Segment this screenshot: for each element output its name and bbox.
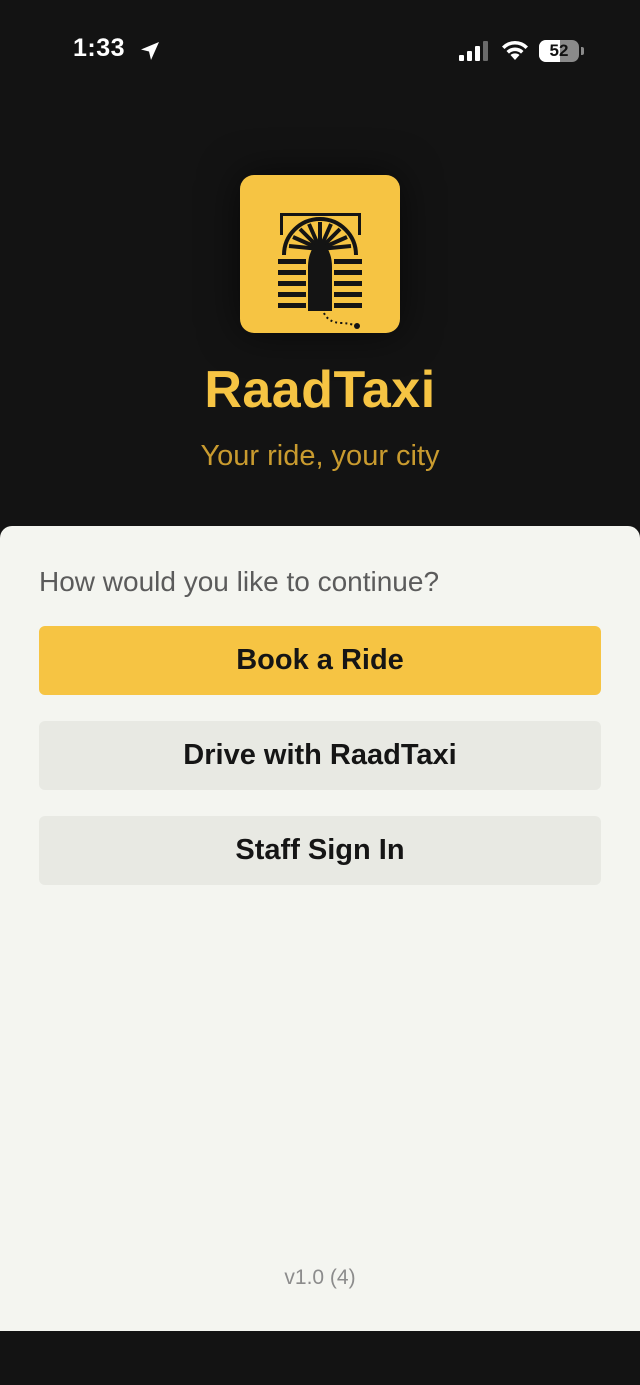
drive-with-raadtaxi-button[interactable]: Drive with RaadTaxi bbox=[39, 721, 601, 790]
app-version: v1.0 (4) bbox=[284, 1266, 356, 1289]
arch-gate-logo-icon bbox=[278, 213, 362, 329]
app-logo bbox=[240, 175, 400, 333]
welcome-screen: 1:33 52 RaadTaxi Your ride, your city Ho… bbox=[0, 0, 640, 1385]
book-ride-button[interactable]: Book a Ride bbox=[39, 626, 601, 695]
wifi-icon bbox=[502, 40, 528, 60]
options-sheet: How would you like to continue? Book a R… bbox=[0, 526, 640, 1331]
battery-body: 52 bbox=[539, 40, 579, 62]
status-bar: 1:33 52 bbox=[0, 0, 640, 100]
battery-level: 52 bbox=[549, 41, 569, 60]
home-indicator-area bbox=[0, 1331, 640, 1385]
battery-cap bbox=[581, 47, 584, 55]
status-time: 1:33 bbox=[73, 34, 126, 62]
app-name: RaadTaxi bbox=[204, 361, 436, 419]
cellular-signal-icon bbox=[459, 41, 488, 61]
location-arrow-icon bbox=[141, 42, 159, 60]
staff-sign-in-button[interactable]: Staff Sign In bbox=[39, 816, 601, 885]
battery-icon: 52 bbox=[539, 40, 584, 62]
app-tagline: Your ride, your city bbox=[200, 440, 440, 472]
continue-prompt: How would you like to continue? bbox=[39, 566, 440, 597]
